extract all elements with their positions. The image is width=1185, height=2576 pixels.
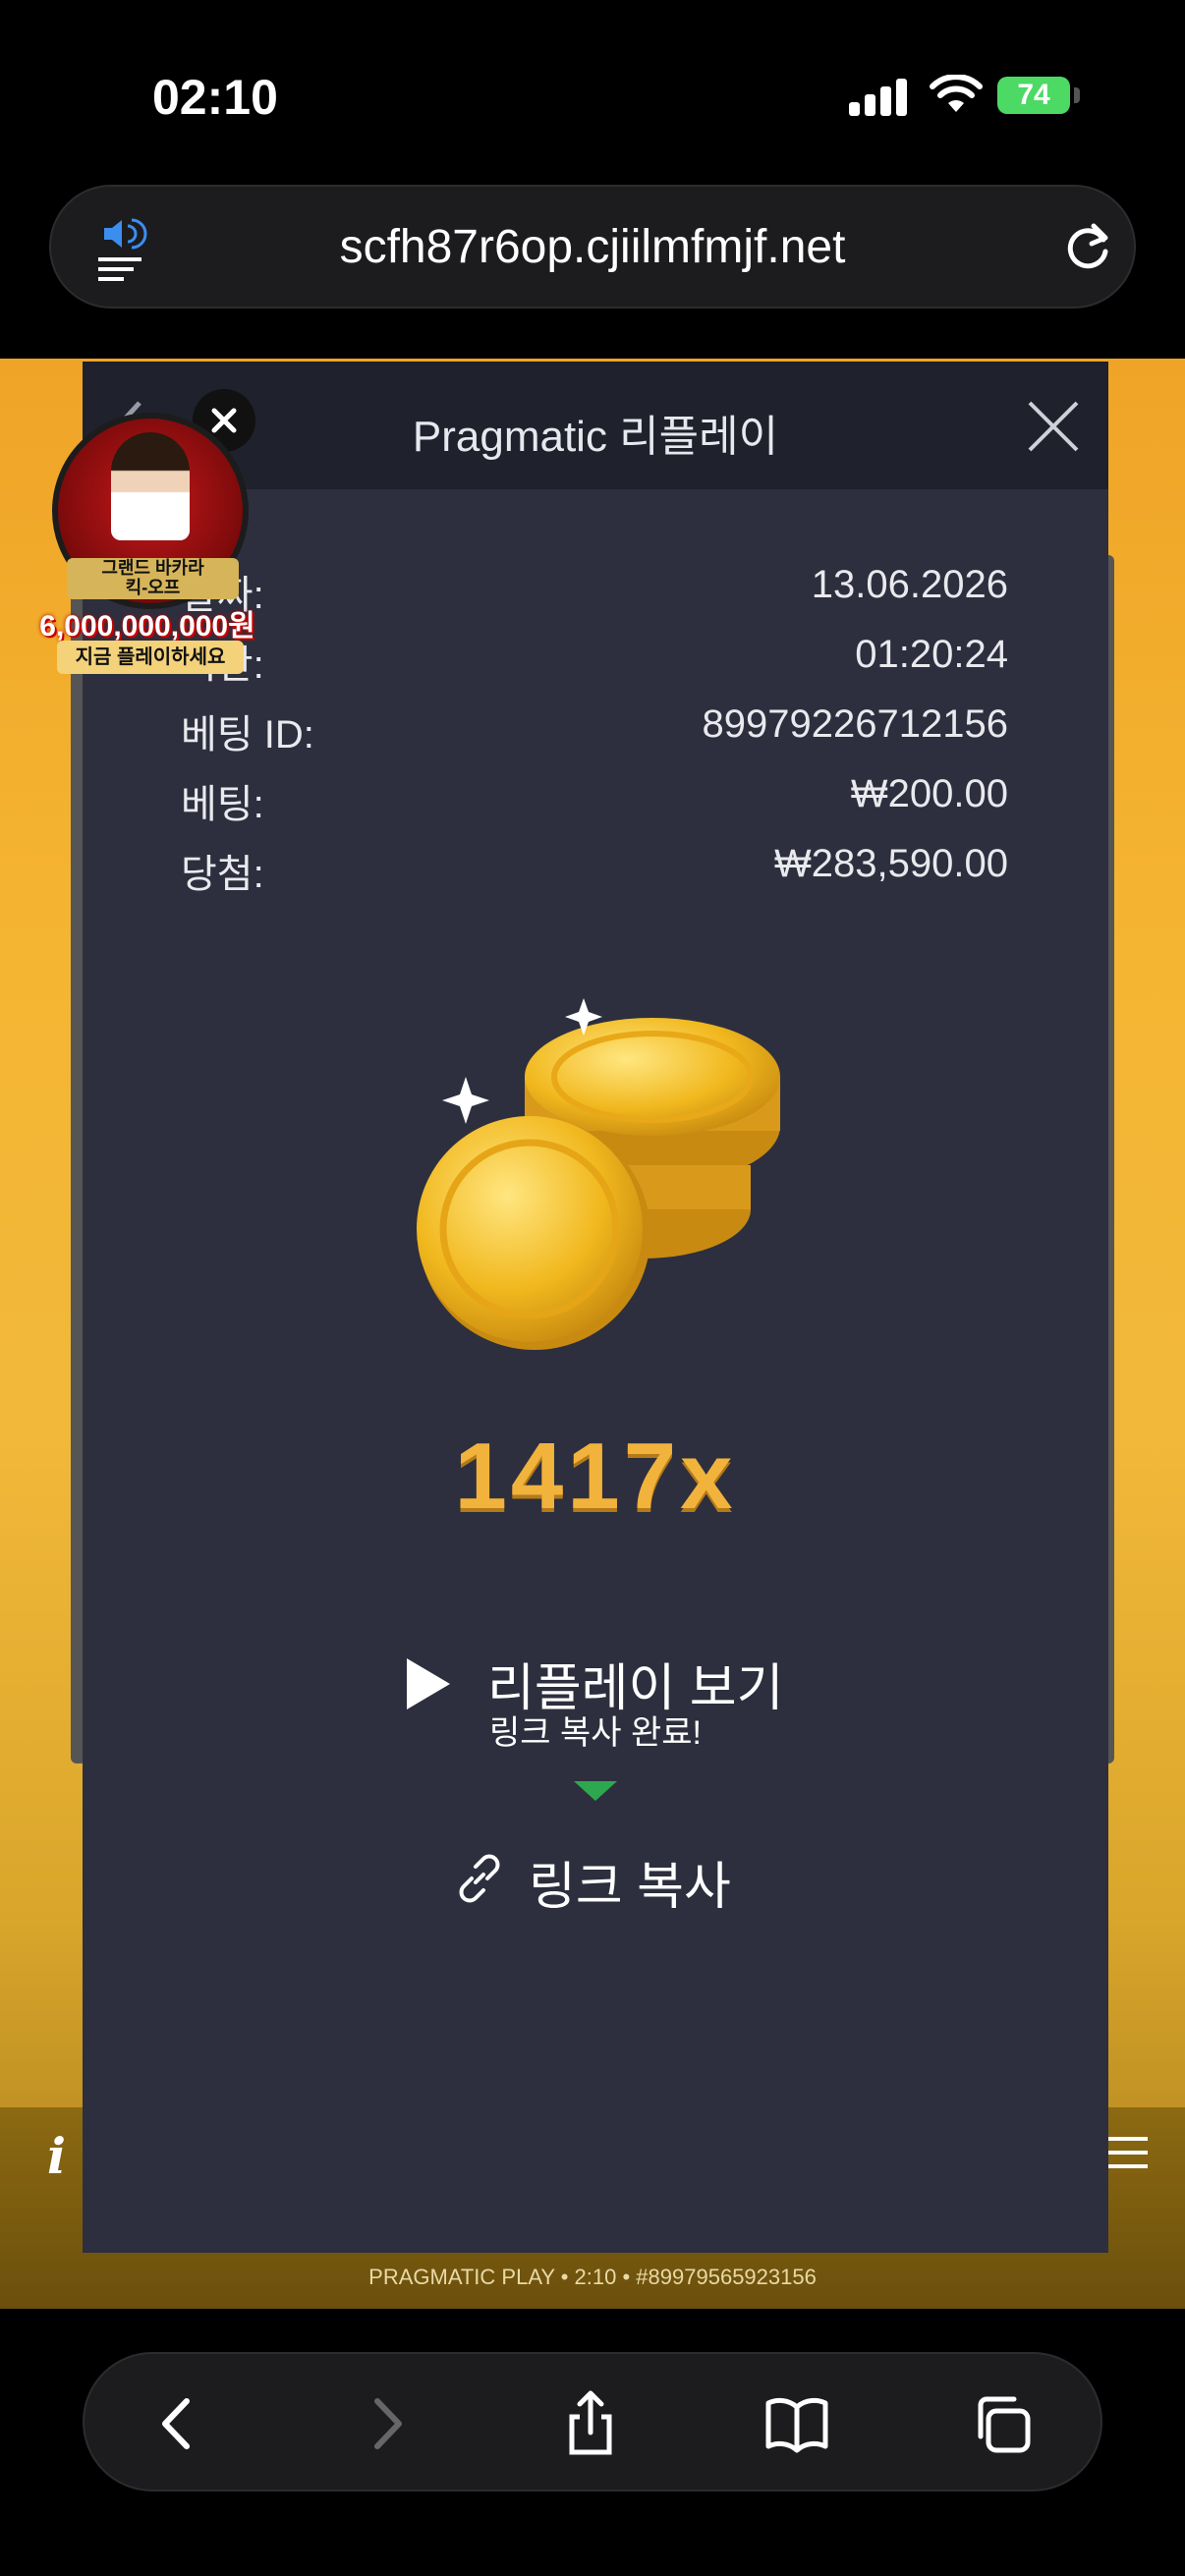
win-multiplier: 1417x (454, 1424, 737, 1529)
gold-coins-icon (417, 998, 780, 1350)
cellular-signal-icon (849, 77, 908, 116)
detail-row-time: 시간: 01:20:24 (181, 633, 1008, 702)
battery-tip (1074, 87, 1080, 103)
detail-value: 89979226712156 (702, 702, 1008, 746)
info-icon[interactable]: i (47, 2127, 66, 2185)
menu-icon[interactable] (1108, 2137, 1148, 2168)
promo-badge[interactable]: 그랜드 바카라 킥-오프 6,000,000,000원 지금 플레이하세요 (28, 393, 263, 688)
promo-banner: 그랜드 바카라 킥-오프 (67, 558, 239, 599)
detail-key: 베팅: (181, 783, 264, 826)
detail-value: ₩200.00 (850, 772, 1008, 815)
detail-key: 당첨: (181, 853, 264, 896)
copy-link-button[interactable]: 링크 복사 (450, 1845, 764, 1916)
back-icon[interactable] (143, 2389, 212, 2458)
reload-icon[interactable] (1058, 218, 1117, 277)
detail-key: 베팅 ID: (181, 713, 314, 756)
bookmarks-icon[interactable] (762, 2389, 831, 2458)
url-bar[interactable]: scfh87r6op.cjiilmfmjf.net (49, 185, 1136, 308)
browser-toolbar (83, 2352, 1102, 2492)
tabs-icon[interactable] (967, 2389, 1036, 2458)
share-icon[interactable] (556, 2389, 625, 2458)
detail-value: 01:20:24 (855, 633, 1008, 676)
promo-line2: 킥-오프 (125, 578, 181, 597)
link-icon (459, 1854, 500, 1903)
tooltip-arrow (574, 1781, 617, 1801)
detail-row-win: 당첨: ₩283,590.00 (181, 842, 1008, 912)
detail-value: 13.06.2026 (811, 563, 1008, 606)
copy-confirmation-tooltip: 링크 복사 완료! (488, 1714, 703, 1752)
modal-close-icon[interactable] (1026, 399, 1081, 454)
promo-line1: 그랜드 바카라 (101, 558, 204, 578)
detail-row-date: 날짜: 13.06.2026 (181, 563, 1008, 633)
detail-value: ₩283,590.00 (774, 842, 1008, 885)
status-bar: 02:10 74 (0, 0, 1185, 177)
promo-portrait (111, 432, 190, 540)
forward-icon[interactable] (352, 2389, 421, 2458)
detail-row-bet-id: 베팅 ID: 89979226712156 (181, 702, 1008, 772)
game-footer-text: PRAGMATIC PLAY • 2:10 • #89979565923156 (368, 2265, 817, 2289)
wifi-icon (930, 75, 983, 112)
promo-amount: 6,000,000,000원 (39, 610, 255, 643)
battery-indicator: 74 (997, 77, 1070, 114)
url-text[interactable]: scfh87r6op.cjiilmfmjf.net (51, 220, 1134, 274)
promo-cta[interactable]: 지금 플레이하세요 (57, 641, 244, 674)
detail-row-bet: 베팅: ₩200.00 (181, 772, 1008, 842)
play-icon (407, 1658, 450, 1709)
copy-link-label: 링크 복사 (529, 1859, 731, 1916)
bet-details: 날짜: 13.06.2026 시간: 01:20:24 베팅 ID: 89979… (181, 563, 1008, 912)
status-time: 02:10 (152, 70, 278, 125)
